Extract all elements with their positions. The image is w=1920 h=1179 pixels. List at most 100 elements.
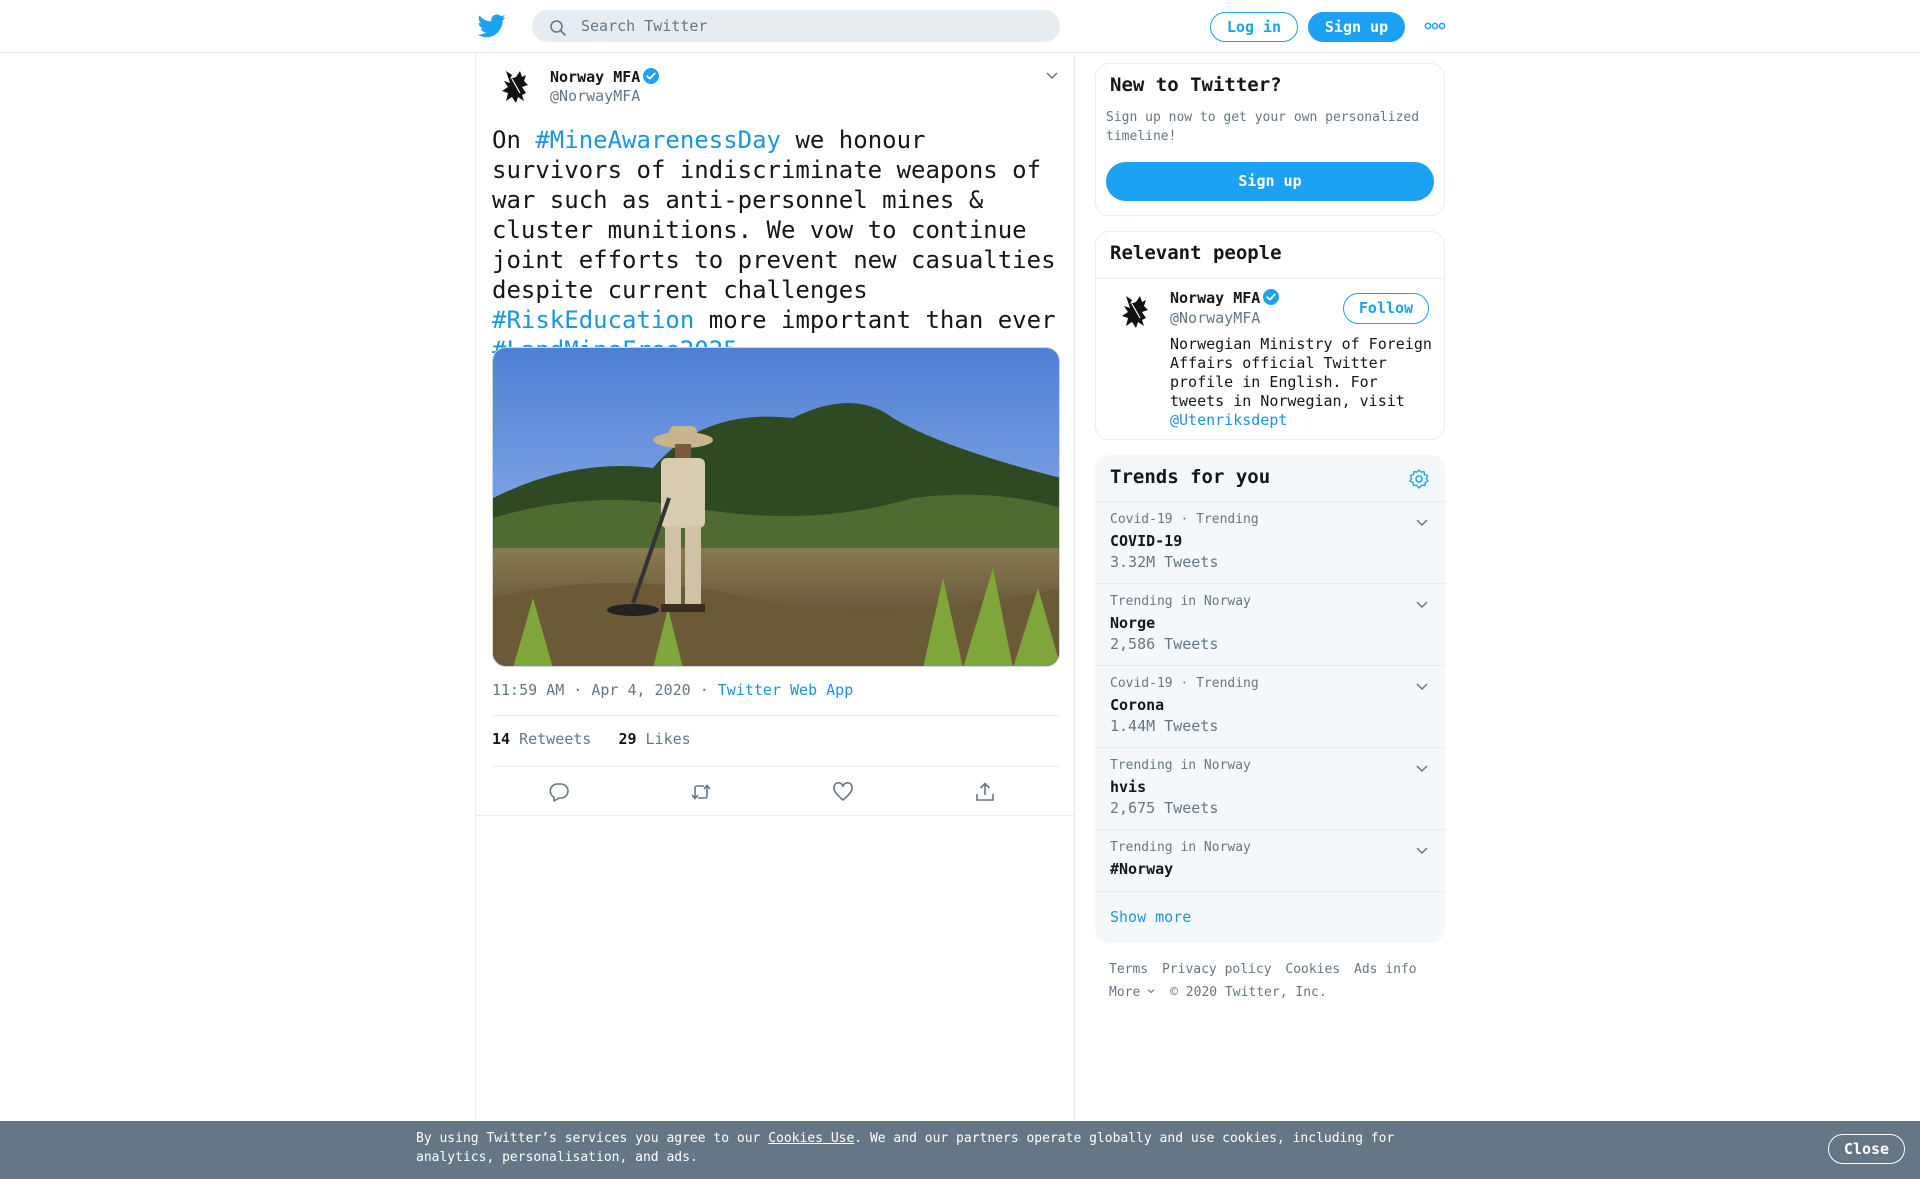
tweet-text-part: more important than ever <box>694 306 1056 334</box>
share-icon[interactable] <box>974 781 996 803</box>
search-icon <box>550 20 566 36</box>
norway-lion-logo-icon <box>493 64 539 110</box>
card-title: Relevant people <box>1110 242 1282 264</box>
footer-link-terms[interactable]: Terms <box>1109 962 1148 977</box>
author-name[interactable]: Norway MFA <box>550 67 660 86</box>
tweet-actions <box>476 767 1074 815</box>
card-description: Sign up now to get your own personalized… <box>1106 110 1420 144</box>
tweet-meta: 11:59 AM · Apr 4, 2020 · Twitter Web App <box>492 681 853 699</box>
chevron-down-icon[interactable] <box>1414 514 1430 530</box>
more-dots-icon[interactable] <box>1424 20 1446 32</box>
retweet-icon[interactable] <box>690 781 712 803</box>
settings-gear-icon[interactable] <box>1408 468 1430 490</box>
cookie-consent-bar: By using Twitter’s services you agree to… <box>0 1121 1920 1179</box>
reply-icon[interactable] <box>548 781 570 803</box>
trend-count: 1.44M Tweets <box>1110 717 1219 735</box>
new-to-twitter-card: New to Twitter? Sign up now to get your … <box>1095 63 1445 216</box>
trend-count: 3.32M Tweets <box>1110 553 1219 571</box>
trend-item[interactable]: Trending in Norway Norge 2,586 Tweets <box>1096 583 1446 665</box>
copyright: © 2020 Twitter, Inc. <box>1170 985 1327 1000</box>
likes-count: 29 <box>618 730 637 748</box>
footer-link-ads-info[interactable]: Ads info <box>1354 962 1417 977</box>
meta-separator: · <box>690 681 718 699</box>
chevron-down-icon[interactable] <box>1414 842 1430 858</box>
card-title: New to Twitter? <box>1110 74 1282 96</box>
hashtag-link[interactable]: #RiskEducation <box>492 306 694 334</box>
top-header: Log in Sign up <box>0 0 1920 53</box>
verified-badge-icon <box>1263 289 1280 305</box>
person-bio: Norwegian Ministry of Foreign Affairs of… <box>1170 335 1440 430</box>
tweet-stats: 14 Retweets 29 Likes <box>492 730 691 748</box>
chevron-down-icon[interactable] <box>1414 678 1430 694</box>
trend-name[interactable]: hvis <box>1110 778 1146 796</box>
trend-count: 2,675 Tweets <box>1110 799 1219 817</box>
cookie-text-part: By using Twitter’s services you agree to… <box>416 1131 769 1146</box>
tweet-text-part: On <box>492 126 536 154</box>
trend-context: Covid-19 · Trending <box>1110 676 1259 691</box>
sidebar-signup-button[interactable]: Sign up <box>1106 162 1434 201</box>
trend-name[interactable]: #Norway <box>1110 860 1173 878</box>
cookie-notice-text: By using Twitter’s services you agree to… <box>416 1129 1416 1167</box>
cookies-use-link[interactable]: Cookies Use <box>768 1131 854 1146</box>
trend-context: Trending in Norway <box>1110 594 1251 609</box>
tweet-timestamp[interactable]: 11:59 AM · Apr 4, 2020 <box>492 681 691 699</box>
footer-more-menu[interactable]: More <box>1109 981 1156 1004</box>
footer-link-privacy[interactable]: Privacy policy <box>1162 962 1272 977</box>
trend-context: Trending in Norway <box>1110 840 1251 855</box>
verified-badge-icon <box>643 68 660 84</box>
trend-item[interactable]: Trending in Norway hvis 2,675 Tweets <box>1096 747 1446 829</box>
trend-count: 2,586 Tweets <box>1110 635 1219 653</box>
tweet-source-link[interactable]: Twitter Web App <box>718 681 853 699</box>
cookie-close-button[interactable]: Close <box>1828 1134 1905 1164</box>
show-more-trends[interactable]: Show more <box>1096 891 1446 943</box>
search-box[interactable] <box>532 10 1060 42</box>
trends-card: Trends for you Covid-19 · Trending COVID… <box>1095 455 1446 943</box>
trend-name[interactable]: Norge <box>1110 614 1155 632</box>
person-name-text[interactable]: Norway MFA <box>1170 289 1260 307</box>
like-icon[interactable] <box>832 781 854 803</box>
footer-link-cookies[interactable]: Cookies <box>1285 962 1340 977</box>
tweet-column: Norway MFA @NorwayMFA On #MineAwarenessD… <box>475 53 1075 1123</box>
author-name-text[interactable]: Norway MFA <box>550 68 640 86</box>
chevron-down-icon <box>1147 989 1155 994</box>
show-more-link[interactable]: Show more <box>1110 908 1191 926</box>
card-title: Trends for you <box>1110 466 1271 488</box>
twitter-bird-icon[interactable] <box>478 14 506 38</box>
trend-name[interactable]: Corona <box>1110 696 1164 714</box>
tweet-photo[interactable] <box>492 347 1060 667</box>
sidebar-footer: Terms Privacy policy Cookies Ads info Mo… <box>1109 958 1449 1004</box>
divider <box>476 815 1074 816</box>
likes-label: Likes <box>636 730 691 748</box>
trend-context: Covid-19 · Trending <box>1110 512 1259 527</box>
deminer-photo-image <box>493 348 1059 666</box>
trend-context: Trending in Norway <box>1110 758 1251 773</box>
trend-item[interactable]: Trending in Norway #Norway <box>1096 829 1446 891</box>
divider <box>492 715 1060 716</box>
chevron-down-icon[interactable] <box>1044 67 1060 83</box>
norway-lion-logo-icon <box>1113 289 1159 335</box>
chevron-down-icon[interactable] <box>1414 760 1430 776</box>
signup-button[interactable]: Sign up <box>1308 12 1405 42</box>
mention-link[interactable]: @Utenriksdept <box>1170 411 1287 429</box>
follow-button[interactable]: Follow <box>1343 293 1429 324</box>
retweets-label: Retweets <box>510 730 592 748</box>
relevant-people-card: Relevant people Norway MFA @NorwayMFA Fo… <box>1095 231 1445 440</box>
person-handle[interactable]: @NorwayMFA <box>1170 309 1260 327</box>
bio-text: Norwegian Ministry of Foreign Affairs of… <box>1170 335 1432 410</box>
author-avatar[interactable] <box>492 63 540 111</box>
divider <box>1096 278 1444 279</box>
person-name[interactable]: Norway MFA <box>1170 288 1280 307</box>
trend-name[interactable]: COVID-19 <box>1110 532 1182 550</box>
login-button[interactable]: Log in <box>1210 12 1298 42</box>
trend-item[interactable]: Covid-19 · Trending Corona 1.44M Tweets <box>1096 665 1446 747</box>
retweets-count: 14 <box>492 730 511 748</box>
person-avatar[interactable] <box>1112 288 1160 336</box>
hashtag-link[interactable]: #MineAwarenessDay <box>535 126 781 154</box>
likes-stat[interactable]: 29 Likes <box>618 730 690 748</box>
author-handle[interactable]: @NorwayMFA <box>550 87 640 105</box>
search-input[interactable] <box>581 11 1041 41</box>
trend-item[interactable]: Covid-19 · Trending COVID-19 3.32M Tweet… <box>1096 501 1446 583</box>
chevron-down-icon[interactable] <box>1414 596 1430 612</box>
footer-more-label[interactable]: More <box>1109 985 1140 1000</box>
retweets-stat[interactable]: 14 Retweets <box>492 730 591 748</box>
